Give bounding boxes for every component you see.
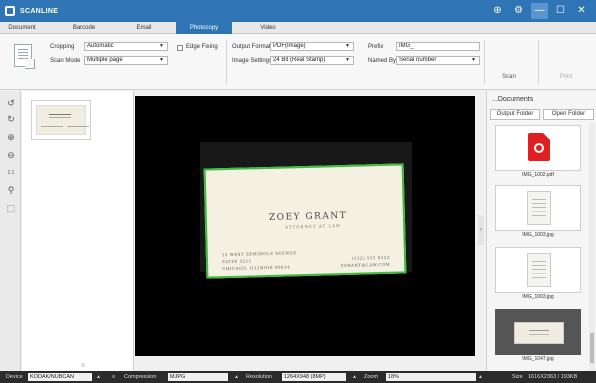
named-by-select[interactable]: Serial number ▼ xyxy=(396,56,480,65)
chevron-down-icon: ▼ xyxy=(159,43,164,49)
compression-label: Compression xyxy=(124,374,157,380)
close-icon[interactable]: ✕ xyxy=(573,3,590,19)
device-select[interactable]: KODAK/NUBCAN xyxy=(28,373,92,381)
chevron-down-icon: ▼ xyxy=(345,43,350,49)
tab-barcode[interactable]: Barcode xyxy=(62,22,106,34)
chevron-up-icon[interactable]: ▲ xyxy=(234,371,239,383)
zoom-out-icon[interactable]: ⊖ xyxy=(5,149,17,161)
tab-video[interactable]: Video xyxy=(246,22,290,34)
zoom-select[interactable]: 18% xyxy=(386,373,476,381)
file-list-scrollbar[interactable] xyxy=(589,123,595,371)
size-label: Size xyxy=(512,374,523,380)
edge-fixing-checkbox[interactable] xyxy=(177,45,183,51)
minimize-icon[interactable]: — xyxy=(531,3,548,19)
card-name: ZOEY GRANT xyxy=(268,210,348,223)
thumbnail-panel: ≡ xyxy=(22,91,134,371)
edge-fixing-label: Edge Fixing xyxy=(186,44,218,50)
cropping-select[interactable]: Automatic ▼ xyxy=(84,42,168,51)
file-name: IMG_1003.jpg xyxy=(522,294,554,300)
document-icon xyxy=(14,44,35,69)
named-by-label: Named By xyxy=(368,58,397,64)
chevron-down-icon: ▼ xyxy=(345,57,350,63)
zoom-label: Zoom xyxy=(364,374,379,380)
menu-icon[interactable]: ≡ xyxy=(112,371,115,383)
fit-to-window-icon[interactable]: 1:1 xyxy=(5,167,17,179)
scan-mode-select[interactable]: Multiple page ▼ xyxy=(84,56,168,65)
open-folder-button[interactable]: Open Folder xyxy=(543,109,594,120)
chevron-up-icon[interactable]: ▲ xyxy=(352,371,357,383)
app-title: SCANLINE xyxy=(20,7,59,15)
output-format-select[interactable]: PDF(Image) ▼ xyxy=(270,42,354,51)
output-folder-button[interactable]: Output Folder xyxy=(490,109,540,120)
toolbar-divider xyxy=(484,40,485,84)
chevron-down-icon: ▼ xyxy=(471,57,476,63)
globe-icon[interactable]: ⊕ xyxy=(489,3,506,19)
scan-mode-label: Scan Mode xyxy=(50,58,81,64)
prefix-input[interactable]: IMG_ xyxy=(396,42,480,51)
chevron-up-icon[interactable]: ▲ xyxy=(478,371,483,383)
toolbar-divider xyxy=(226,40,227,84)
file-item-selected[interactable]: IMG_1047.jpg xyxy=(495,309,581,369)
image-settings-label: Image Settings xyxy=(232,58,273,64)
mode-tabs: Document Barcode Email Photocopy Video xyxy=(0,22,596,34)
rotate-right-icon[interactable]: ↻ xyxy=(5,113,17,125)
card-address-line2: SUITE 3211 xyxy=(221,258,252,265)
tab-email[interactable]: Email xyxy=(122,22,166,34)
card-address-line3: CHICAGO, ILLINOIS 60614 xyxy=(222,264,291,272)
file-item[interactable]: IMG_1002.pdf xyxy=(495,125,581,185)
resolution-select[interactable]: 1264X948 (8MP) xyxy=(282,373,346,381)
cropping-label: Cropping xyxy=(50,44,75,50)
image-viewer[interactable]: ZOEY GRANT ATTORNEY AT LAW 12 WEST SEMIN… xyxy=(135,96,475,356)
scanned-business-card[interactable]: ZOEY GRANT ATTORNEY AT LAW 12 WEST SEMIN… xyxy=(203,163,407,279)
card-title: ATTORNEY AT LAW xyxy=(285,223,342,230)
pdf-file-icon xyxy=(528,133,550,161)
window-controls: ⊕ ⚙ — ☐ ✕ xyxy=(489,3,590,19)
file-name: IMG_1002.pdf xyxy=(522,172,554,178)
business-card-thumbnail xyxy=(36,105,86,135)
rotate-left-icon[interactable]: ↺ xyxy=(5,97,17,109)
app-logo-icon xyxy=(5,6,15,16)
document-page-thumbnail xyxy=(527,191,551,225)
zoom-in-icon[interactable]: ⊕ xyxy=(5,131,17,143)
compression-select[interactable]: MJPG xyxy=(168,373,228,381)
settings-icon[interactable]: ⚙ xyxy=(510,3,527,19)
folder-path: ...Documents xyxy=(492,96,534,103)
toolbar-divider xyxy=(538,40,539,84)
print-button[interactable]: Print xyxy=(554,74,578,80)
prefix-label: Prefix xyxy=(368,44,384,50)
device-label: Device xyxy=(6,374,23,380)
card-phone: (312) 555 0123 xyxy=(351,254,391,261)
output-panel: ...Documents Output Folder Open Folder I… xyxy=(486,91,596,371)
scan-button[interactable]: Scan xyxy=(494,74,524,80)
business-card-thumbnail xyxy=(514,322,564,344)
resolution-label: Resolution xyxy=(246,374,272,380)
collapse-panel-handle[interactable]: › xyxy=(478,215,484,245)
file-name: IMG_1047.jpg xyxy=(522,356,554,362)
file-name: IMG_1003.jpg xyxy=(522,232,554,238)
output-format-label: Output Format xyxy=(232,44,271,50)
tab-document[interactable]: Document xyxy=(0,22,44,34)
image-settings-select[interactable]: 24 Bit (Real Stamp) ▼ xyxy=(270,56,354,65)
tab-photocopy[interactable]: Photocopy xyxy=(176,22,232,34)
card-address-line1: 12 WEST SEMINOLE AVENUE xyxy=(221,250,297,258)
file-item[interactable]: IMG_1003.jpg xyxy=(495,247,581,307)
document-page-thumbnail xyxy=(527,253,551,287)
page-thumbnail[interactable] xyxy=(31,100,91,140)
scroll-down-icon[interactable]: ≡ xyxy=(78,363,88,369)
chevron-down-icon: ▼ xyxy=(159,57,164,63)
card-email: ZGRANT@LAW.COM xyxy=(340,261,391,269)
title-bar: SCANLINE ⊕ ⚙ — ☐ ✕ xyxy=(0,0,596,22)
settings-toolbar: Cropping Automatic ▼ Scan Mode Multiple p… xyxy=(0,34,596,90)
tool-rail: ↺ ↻ ⊕ ⊖ 1:1 ⚲ ⬚ xyxy=(0,91,21,371)
file-item[interactable]: IMG_1003.jpg xyxy=(495,185,581,245)
crop-icon[interactable]: ⬚ xyxy=(5,202,17,214)
scanner-app: SCANLINE ⊕ ⚙ — ☐ ✕ Document Barcode Emai… xyxy=(0,0,596,383)
file-list: IMG_1002.pdf IMG_1003.jpg IMG_1003.jpg I… xyxy=(487,123,589,371)
chevron-up-icon[interactable]: ▲ xyxy=(96,371,101,383)
status-bar: Device KODAK/NUBCAN ▲ ≡ Compression MJPG… xyxy=(0,371,596,383)
maximize-icon[interactable]: ☐ xyxy=(552,3,569,19)
size-value: 1616X2363 / 193KB xyxy=(528,374,578,380)
stamp-icon[interactable]: ⚲ xyxy=(5,184,17,196)
